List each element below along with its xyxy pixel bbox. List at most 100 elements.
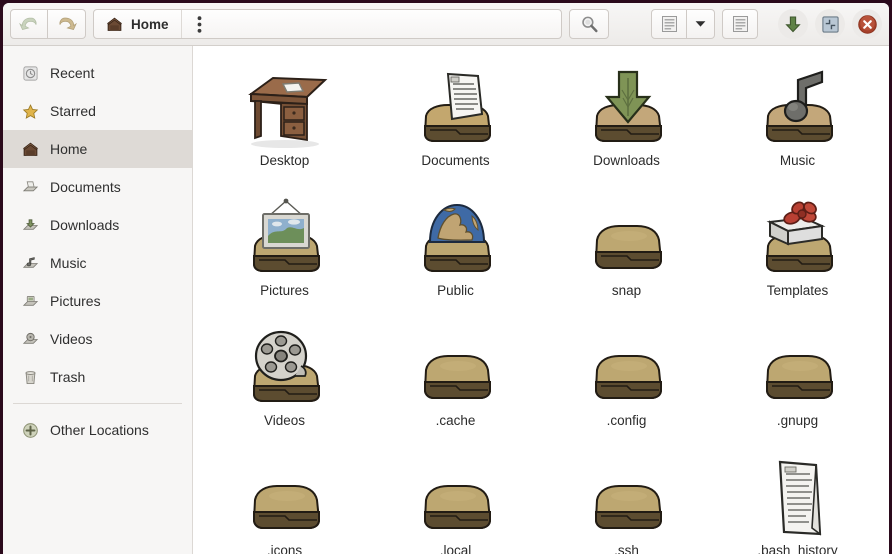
folder-icon [571, 188, 683, 280]
file-item[interactable]: Downloads [541, 54, 712, 184]
file-name: Videos [263, 413, 306, 428]
file-list-view[interactable]: Desktop Documents Downloads Music Pictur… [193, 46, 889, 554]
file-item[interactable]: .gnupg [712, 314, 883, 444]
folder-icon [571, 448, 683, 540]
sidebar-item-starred[interactable]: Starred [3, 92, 192, 130]
folder-icon [229, 448, 341, 540]
vertical-dots-icon [197, 15, 201, 33]
download-arrow-icon [785, 15, 801, 32]
file-item[interactable]: .cache [370, 314, 541, 444]
star-icon [21, 102, 39, 120]
sidebar-item-label: Downloads [50, 217, 120, 233]
file-item[interactable]: .local [370, 444, 541, 554]
file-name: Desktop [259, 153, 310, 168]
file-name: .config [606, 413, 647, 428]
folder-document-icon [400, 58, 512, 150]
file-item[interactable]: snap [541, 184, 712, 314]
plus-circle-icon [21, 421, 39, 439]
folder-picture-frame-icon [229, 188, 341, 280]
restore-window-icon [821, 15, 839, 33]
view-options-dropdown-button[interactable] [687, 9, 715, 39]
folder-download-arrow-icon [571, 58, 683, 150]
view-list-button[interactable] [722, 9, 758, 39]
file-item[interactable]: Public [370, 184, 541, 314]
path-menu-button[interactable] [180, 10, 217, 38]
home-folder-icon [21, 140, 39, 158]
file-name: .cache [435, 413, 476, 428]
sidebar-item-label: Documents [50, 179, 121, 195]
close-icon [857, 14, 877, 34]
downloads-indicator-button[interactable] [778, 9, 808, 39]
file-name: .ssh [614, 543, 639, 554]
file-item[interactable]: Desktop [199, 54, 370, 184]
folder-icon [400, 448, 512, 540]
sidebar-item-label: Trash [50, 369, 86, 385]
pictures-folder-icon [21, 292, 39, 310]
downloads-folder-icon [21, 216, 39, 234]
folder-icon [742, 318, 854, 410]
folder-icon [400, 318, 512, 410]
folder-film-reel-icon [229, 318, 341, 410]
home-folder-icon [107, 17, 122, 31]
restore-window-button[interactable] [815, 9, 845, 39]
file-manager-window: Home Recent Starred Home Documents Downl… [0, 0, 892, 554]
sidebar-item-label: Starred [50, 103, 96, 119]
videos-folder-icon [21, 330, 39, 348]
window-body: Recent Starred Home Documents Downloads … [3, 46, 889, 554]
search-button[interactable] [569, 9, 609, 39]
file-item[interactable]: .config [541, 314, 712, 444]
sidebar-item-trash[interactable]: Trash [3, 358, 192, 396]
file-name: Downloads [593, 153, 660, 168]
back-button[interactable] [10, 9, 48, 39]
sidebar-item-pictures[interactable]: Pictures [3, 282, 192, 320]
path-bar: Home [93, 9, 562, 39]
file-name: snap [611, 283, 642, 298]
folder-globe-icon [400, 188, 512, 280]
sidebar-item-label: Videos [50, 331, 93, 347]
file-item[interactable]: .bash_history [712, 444, 883, 554]
file-name: .gnupg [776, 413, 819, 428]
view-grid-button[interactable] [651, 9, 687, 39]
sidebar: Recent Starred Home Documents Downloads … [3, 46, 193, 554]
sidebar-item-label: Other Locations [50, 422, 149, 438]
file-item[interactable]: Music [712, 54, 883, 184]
music-folder-icon [21, 254, 39, 272]
file-name: Pictures [260, 283, 309, 298]
file-item[interactable]: Videos [199, 314, 370, 444]
file-item[interactable]: Templates [712, 184, 883, 314]
list-lines-icon [661, 16, 677, 32]
sidebar-item-documents[interactable]: Documents [3, 168, 192, 206]
file-name: .local [439, 543, 472, 554]
forward-arrow-icon [58, 17, 77, 30]
sidebar-item-label: Home [50, 141, 88, 157]
file-item[interactable]: Pictures [199, 184, 370, 314]
sidebar-item-label: Recent [50, 65, 95, 81]
file-item[interactable]: Documents [370, 54, 541, 184]
sidebar-item-music[interactable]: Music [3, 244, 192, 282]
search-icon [581, 16, 598, 32]
file-name: Music [779, 153, 816, 168]
file-item[interactable]: .icons [199, 444, 370, 554]
list-lines-icon [732, 16, 748, 32]
header-bar: Home [3, 3, 889, 46]
sidebar-item-recent[interactable]: Recent [3, 54, 192, 92]
documents-folder-icon [21, 178, 39, 196]
file-item[interactable]: .ssh [541, 444, 712, 554]
sidebar-item-home[interactable]: Home [3, 130, 192, 168]
sidebar-divider [13, 403, 182, 404]
folder-music-note-icon [742, 58, 854, 150]
sidebar-item-downloads[interactable]: Downloads [3, 206, 192, 244]
close-window-button[interactable] [852, 9, 882, 39]
sidebar-item-other-locations[interactable]: Other Locations [3, 411, 192, 449]
view-mode-button-group [651, 9, 715, 39]
folder-icon [571, 318, 683, 410]
path-button-home[interactable]: Home [94, 10, 181, 38]
navigation-button-group [10, 9, 86, 39]
file-name: .icons [266, 543, 303, 554]
sidebar-item-label: Music [50, 255, 87, 271]
chevron-down-icon [695, 21, 706, 27]
sidebar-item-videos[interactable]: Videos [3, 320, 192, 358]
file-name: .bash_history [757, 543, 838, 554]
forward-button[interactable] [48, 9, 86, 39]
path-label: Home [131, 16, 169, 32]
